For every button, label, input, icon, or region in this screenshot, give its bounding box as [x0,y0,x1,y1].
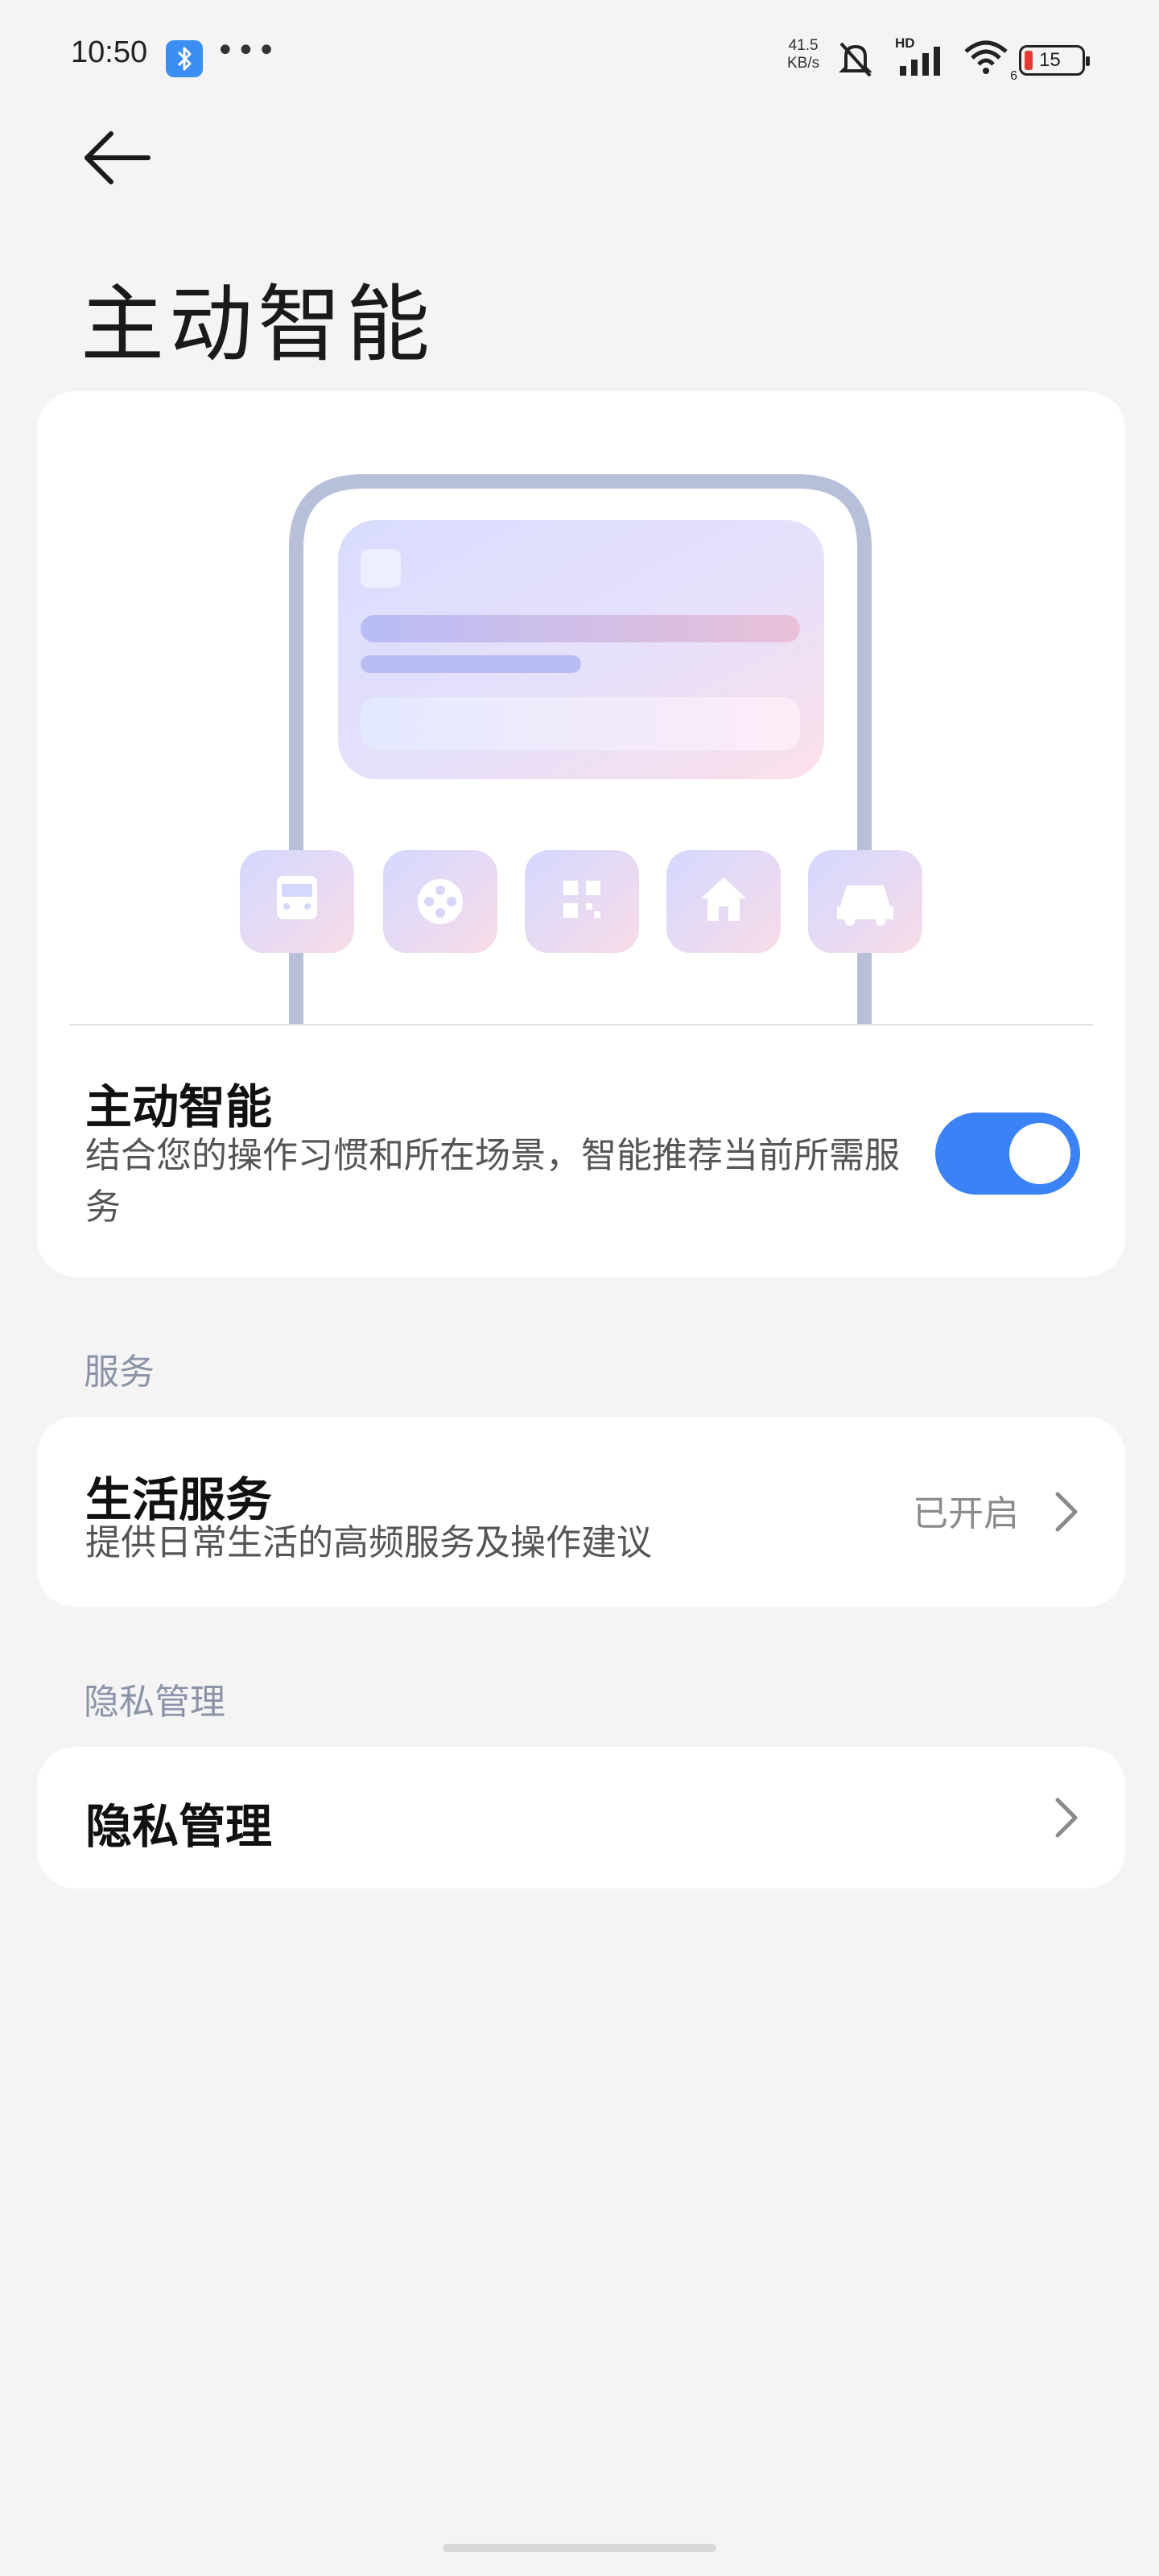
car-icon [808,850,922,953]
network-speed: 41.5 KB/s [787,37,820,72]
status-icons: HD 6 [834,35,1017,83]
proactive-intelligence-toggle[interactable] [935,1113,1080,1195]
battery-icon: 15 [1019,45,1090,76]
divider [69,1024,1093,1026]
toggle-title: 主动智能 [85,1080,273,1134]
signal-icon: HD [895,35,945,79]
bluetooth-icon [166,40,203,77]
gesture-bar[interactable] [443,2544,716,2552]
clock: 10:50 [71,35,148,69]
proactive-intelligence-card: 主动智能 结合您的操作习惯和所在场景，智能推荐当前所需服务 [37,391,1125,1277]
life-service-row[interactable]: 生活服务 提供日常生活的高频服务及操作建议 已开启 [37,1417,1125,1607]
qr-code-icon [525,850,639,953]
privacy-management-row[interactable]: 隐私管理 [37,1747,1125,1889]
more-notifications-icon: ••• [216,32,278,69]
film-reel-icon [383,850,497,953]
section-label-privacy: 隐私管理 [84,1682,225,1723]
back-arrow-icon[interactable] [80,127,161,192]
bus-icon [240,850,354,953]
toggle-description: 结合您的操作习惯和所在场景，智能推荐当前所需服务 [85,1135,900,1228]
page-title: 主动智能 [80,275,435,374]
mute-bell-icon [839,42,872,77]
status-bar: 10:50 ••• 41.5 KB/s HD 6 15 [0,0,1159,113]
toggle-knob [1009,1123,1070,1184]
chevron-right-icon [1055,1492,1078,1532]
life-service-status: 已开启 [913,1493,1019,1534]
privacy-management-title: 隐私管理 [85,1799,273,1854]
phone-illustration [240,474,922,1026]
chevron-right-icon [1055,1798,1078,1838]
section-label-services: 服务 [84,1352,155,1393]
life-service-description: 提供日常生活的高频服务及操作建议 [85,1522,652,1563]
wifi-icon: 6 [963,39,1017,83]
shortcut-icons [240,850,922,953]
home-icon [666,850,781,953]
